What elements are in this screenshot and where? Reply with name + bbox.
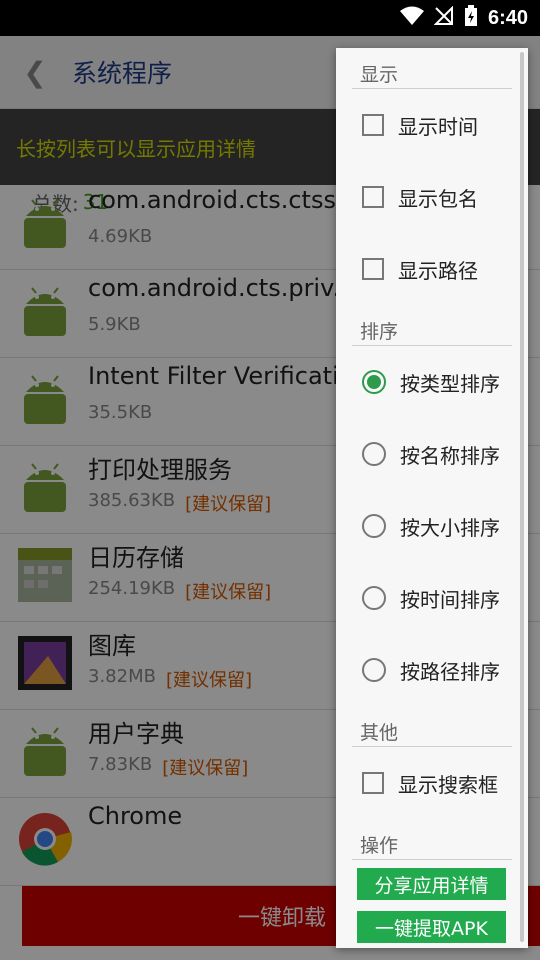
checkbox-icon[interactable] xyxy=(362,114,384,136)
option-label: 显示包名 xyxy=(398,186,478,211)
option-label: 按大小排序 xyxy=(400,515,500,540)
option-label: 显示时间 xyxy=(398,114,478,139)
radio-icon[interactable] xyxy=(362,586,386,610)
option-label: 按路径排序 xyxy=(400,659,500,684)
checkbox-icon[interactable] xyxy=(362,186,384,208)
section-ops-header: 操作 xyxy=(360,835,399,857)
share-details-button[interactable]: 分享应用详情 xyxy=(357,868,506,900)
extract-apk-button[interactable]: 一键提取APK xyxy=(357,911,506,943)
option-sort-type[interactable]: 按类型排序 xyxy=(336,346,528,418)
option-sort-name[interactable]: 按名称排序 xyxy=(336,418,528,490)
radio-selected-icon[interactable] xyxy=(362,370,386,394)
checkbox-icon[interactable] xyxy=(362,772,384,794)
option-show-time[interactable]: 显示时间 xyxy=(336,89,528,161)
section-sort-header: 排序 xyxy=(360,321,399,343)
checkbox-icon[interactable] xyxy=(362,258,384,280)
radio-icon[interactable] xyxy=(362,514,386,538)
option-sort-path[interactable]: 按路径排序 xyxy=(336,634,528,706)
section-other-header: 其他 xyxy=(360,722,399,744)
option-label: 按类型排序 xyxy=(400,371,500,396)
option-show-package[interactable]: 显示包名 xyxy=(336,161,528,233)
option-label: 按时间排序 xyxy=(400,587,500,612)
option-label: 显示搜索框 xyxy=(398,772,498,797)
section-display-header: 显示 xyxy=(360,64,399,86)
status-bar: 6:40 xyxy=(0,0,540,36)
signal-off-icon xyxy=(433,5,454,30)
wifi-icon xyxy=(399,6,424,30)
battery-charging-icon xyxy=(464,5,478,31)
options-menu: 显示 显示时间 显示包名 显示路径 排序 按类型排序 按名称排序 按大小排序 按… xyxy=(336,48,528,948)
option-sort-size[interactable]: 按大小排序 xyxy=(336,490,528,562)
option-sort-time[interactable]: 按时间排序 xyxy=(336,562,528,634)
divider xyxy=(352,859,512,860)
radio-icon[interactable] xyxy=(362,658,386,682)
clock: 6:40 xyxy=(487,6,528,29)
option-show-search[interactable]: 显示搜索框 xyxy=(336,747,528,819)
option-label: 按名称排序 xyxy=(400,443,500,468)
radio-icon[interactable] xyxy=(362,442,386,466)
option-show-path[interactable]: 显示路径 xyxy=(336,233,528,305)
option-label: 显示路径 xyxy=(398,258,478,283)
menu-scrollbar[interactable] xyxy=(520,52,524,942)
